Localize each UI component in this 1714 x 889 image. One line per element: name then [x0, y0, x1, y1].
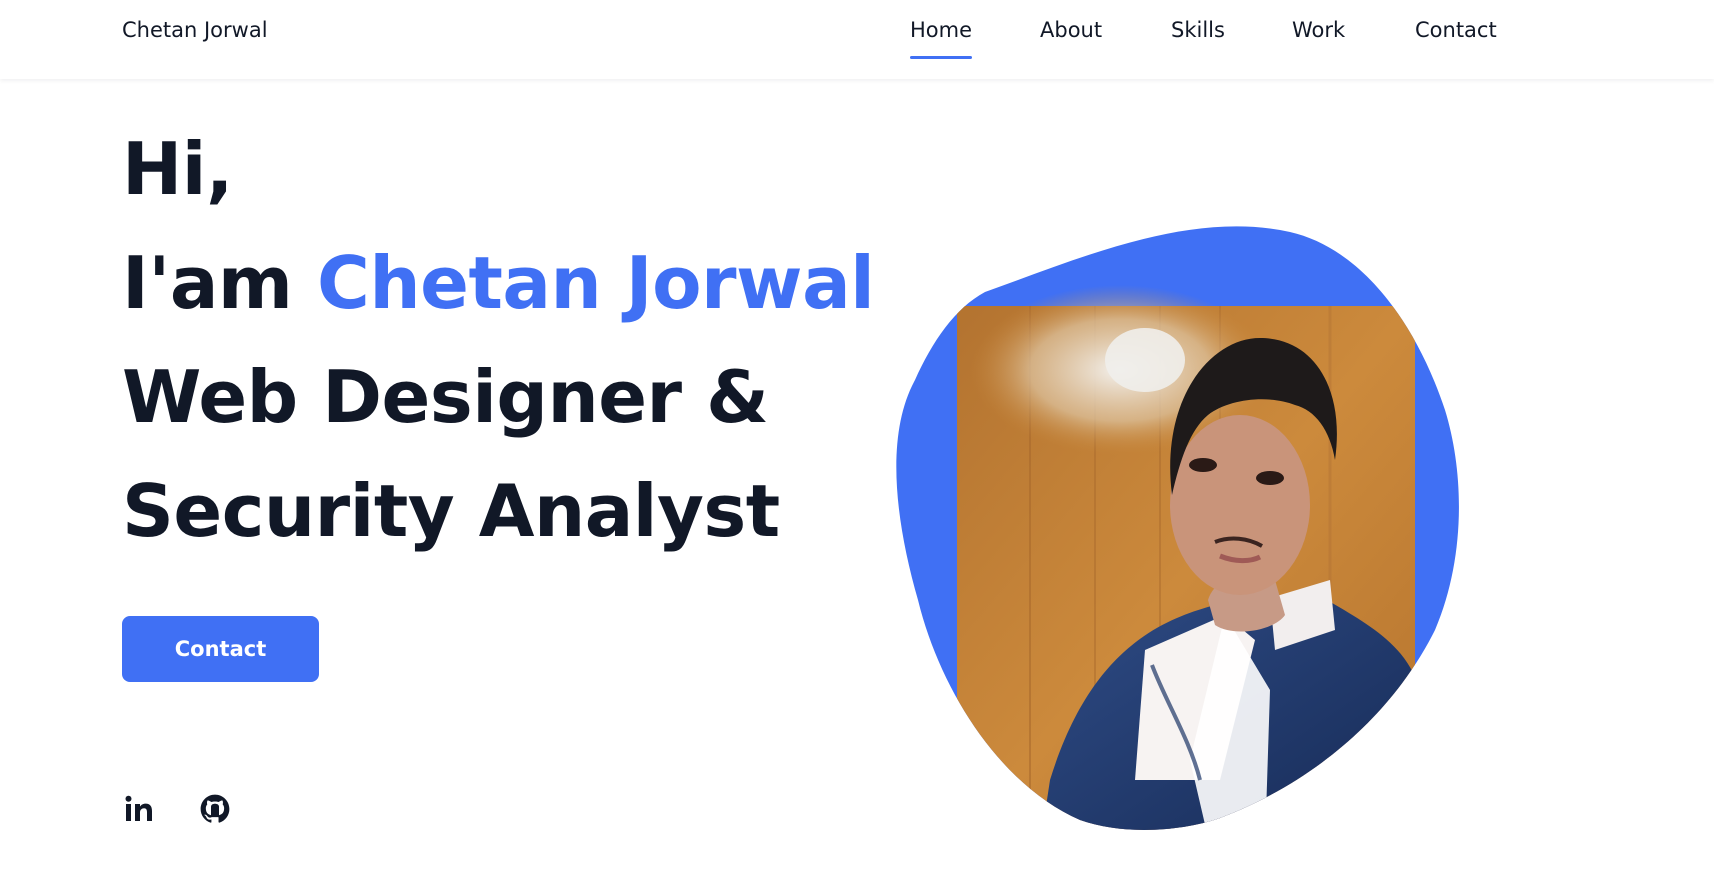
nav-link-skills[interactable]: Skills [1171, 18, 1225, 42]
github-link[interactable] [200, 794, 230, 824]
contact-button[interactable]: Contact [122, 616, 319, 682]
github-icon [200, 794, 230, 823]
hero-greeting: Hi, [122, 127, 233, 211]
profile-image-container [890, 220, 1520, 840]
nav-link-about[interactable]: About [1040, 18, 1102, 42]
brand-logo-link[interactable]: Chetan Jorwal [122, 18, 268, 42]
page: Chetan Jorwal Home About Skills Work Con… [0, 0, 1714, 889]
nav-link-home[interactable]: Home [910, 18, 973, 59]
hero-intro-prefix: I'am [122, 241, 293, 325]
navbar: Chetan Jorwal Home About Skills Work Con… [0, 0, 1714, 79]
nav-link-work[interactable]: Work [1292, 18, 1345, 42]
hero-role-line-2: Security Analyst [122, 469, 780, 553]
hero-name: Chetan Jorwal [317, 241, 875, 325]
hero-intro-line: I'am Chetan Jorwal [122, 226, 875, 340]
hero-role-line-1: Web Designer & [122, 355, 769, 439]
linkedin-icon [125, 795, 152, 821]
nav-link-contact[interactable]: Contact [1415, 18, 1497, 42]
linkedin-link[interactable] [124, 794, 154, 824]
hero-title: Hi, I'am Chetan Jorwal Web Designer & Se… [122, 112, 875, 568]
profile-photo [896, 226, 1459, 830]
